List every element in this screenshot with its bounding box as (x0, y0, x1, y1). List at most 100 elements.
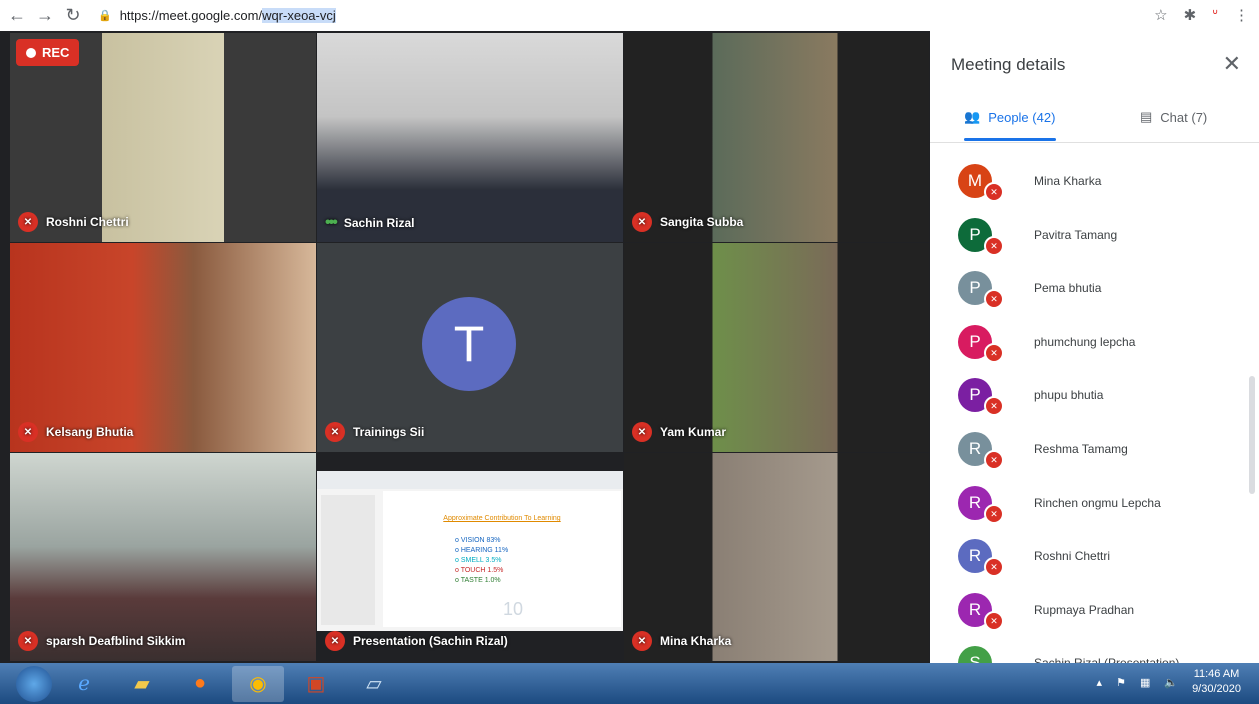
slide-list-item: o HEARING 11% (455, 547, 509, 554)
person-avatar: R ✕ (958, 432, 1004, 470)
mic-off-icon: ✕ (984, 503, 1004, 524)
person-row[interactable]: R ✕ Rinchen ongmu Lepcha (958, 483, 1161, 524)
person-row[interactable]: R ✕ Reshma Tamamg (958, 429, 1128, 470)
video-tile[interactable]: ✕ sparsh Deafblind Sikkim (10, 453, 316, 661)
file-explorer-icon[interactable]: ▰ (116, 666, 168, 702)
video-tile[interactable]: ✕ Kelsang Bhutia (10, 243, 316, 452)
participant-name: Trainings Sii (353, 425, 425, 439)
clock[interactable]: 11:46 AM 9/30/2020 (1192, 667, 1241, 697)
app-icon[interactable]: ▱ (348, 666, 400, 702)
panel-title: Meeting details (951, 55, 1066, 74)
participant-name-tag: ••• Sachin Rizal (325, 214, 415, 232)
person-name: Reshma Tamamg (1034, 442, 1128, 456)
video-tile[interactable]: ••• Sachin Rizal (317, 33, 623, 242)
forward-arrow-icon[interactable]: → (34, 5, 56, 26)
extension-logo-icon[interactable]: ᐡ (1212, 6, 1218, 24)
people-list: M ✕ Mina Kharka P ✕ Pavitra Tamang P ✕ Pema bhut… (930, 151, 1259, 663)
participant-avatar: T (422, 297, 516, 391)
close-icon[interactable]: ✕ (1223, 51, 1241, 77)
participant-name: Mina Kharka (660, 634, 732, 648)
mic-off-icon: ✕ (984, 342, 1004, 363)
person-row[interactable]: P ✕ phumchung lepcha (958, 322, 1135, 363)
mic-off-icon: ✕ (325, 631, 345, 651)
flag-icon[interactable]: ⚑ (1116, 676, 1126, 689)
person-row[interactable]: R ✕ Roshni Chettri (958, 536, 1111, 578)
person-name: Sachin Rizal (Presentation) (1034, 656, 1179, 663)
people-icon: 👥 (964, 109, 981, 124)
mic-off-icon: ✕ (984, 289, 1004, 310)
address-bar[interactable]: 🔒 https://meet.google.com/wqr-xeoa-vcj (98, 8, 336, 23)
person-name: phupu bhutia (1034, 388, 1104, 403)
person-name: Mina Kharka (1034, 174, 1102, 188)
lock-icon: 🔒 (98, 10, 112, 22)
tray-arrow-icon[interactable]: ▴ (1097, 676, 1103, 689)
mic-off-icon: ✕ (18, 212, 38, 232)
mic-off-icon: ✕ (984, 557, 1004, 578)
video-tile[interactable]: ✕ Mina Kharka (624, 453, 929, 661)
meeting-details-panel: Meeting details ✕ 👥 People (42) ▤ Chat (7)… (930, 31, 1259, 663)
mic-off-icon: ✕ (632, 212, 652, 232)
slide-list-item: o VISION 83% (455, 537, 501, 544)
video-tile[interactable]: Approximate Contribution To Learning o V… (317, 453, 623, 661)
person-avatar: S✕ (958, 646, 992, 663)
reload-icon[interactable]: ↻ (62, 5, 84, 26)
tab-people[interactable]: 👥 People (42) (964, 109, 1055, 125)
person-row[interactable]: P ✕ phupu bhutia (958, 375, 1104, 417)
person-name: Pavitra Tamang (1034, 227, 1118, 242)
person-name: Rupmaya Pradhan (1034, 602, 1135, 617)
participant-name: Kelsang Bhutia (46, 425, 134, 439)
ie-icon[interactable]: ℯ (58, 666, 110, 702)
volume-icon[interactable]: 🔈 (1164, 676, 1178, 689)
participant-name-tag: ✕ Mina Kharka (632, 631, 731, 651)
star-icon[interactable]: ☆ (1154, 6, 1167, 24)
participant-name: Sangita Subba (660, 215, 744, 229)
participant-name-tag: ✕ Yam Kumar (632, 422, 726, 442)
slide-canvas: Approximate Contribution To Learning o V… (383, 491, 621, 627)
participant-name: Presentation (Sachin Rizal) (353, 634, 508, 648)
participant-name-tag: ✕ sparsh Deafblind Sikkim (18, 631, 185, 651)
video-tile[interactable]: T ✕ Trainings Sii (317, 243, 623, 452)
participant-name-tag: ✕ Trainings Sii (325, 422, 424, 442)
person-name: Roshni Chettri (1034, 549, 1111, 564)
tab-chat[interactable]: ▤ Chat (7) (1140, 109, 1207, 125)
person-avatar: R ✕ (958, 485, 1004, 524)
tab-people-label: People (42) (988, 109, 1056, 125)
menu-icon[interactable]: ⋮ (1234, 6, 1249, 24)
scrollbar[interactable] (1249, 376, 1255, 494)
person-avatar: P ✕ (958, 217, 1004, 256)
clock-date: 9/30/2020 (1192, 683, 1241, 695)
person-name: Rinchen ongmu Lepcha (1034, 495, 1161, 510)
rec-label: REC (42, 45, 70, 60)
mic-off-icon: ✕ (632, 631, 652, 651)
slide-thumbnails (321, 495, 375, 625)
speaking-indicator-icon: ••• (325, 214, 338, 231)
chrome-icon[interactable]: ◉ (232, 665, 284, 702)
slide-list-item: o SMELL 3.5% (455, 557, 502, 564)
mic-off-icon: ✕ (984, 182, 1004, 202)
network-icon[interactable]: ▦ (1140, 676, 1150, 689)
video-tile[interactable]: ✕ Sangita Subba (624, 33, 929, 242)
powerpoint-icon[interactable]: ▣ (290, 666, 342, 702)
person-row[interactable]: P ✕ Pavitra Tamang (958, 215, 1118, 256)
recording-badge: REC (16, 39, 80, 66)
url-prefix: https://meet.google.com/ (119, 8, 263, 23)
extensions-icon[interactable]: ✱ (1184, 6, 1197, 24)
mic-off-icon: ✕ (984, 450, 1004, 470)
active-tab-indicator (964, 138, 1056, 141)
person-avatar: P ✕ (958, 378, 1004, 417)
clock-time: 11:46 AM (1193, 668, 1240, 680)
participant-name-tag: ✕ Kelsang Bhutia (18, 422, 133, 442)
person-row[interactable]: M ✕ Mina Kharka (958, 161, 1102, 202)
back-arrow-icon[interactable]: ← (6, 5, 28, 26)
person-row[interactable]: S✕ Sachin Rizal (Presentation) (958, 643, 1179, 663)
url-selected: wqr-xeoa-vcj (262, 8, 336, 23)
person-avatar: P ✕ (958, 324, 1004, 363)
slide-title: Approximate Contribution To Learning (443, 515, 561, 522)
firefox-icon[interactable]: ● (174, 666, 226, 702)
video-tile[interactable]: ✕ Yam Kumar (624, 243, 929, 452)
person-row[interactable]: P ✕ Pema bhutia (958, 268, 1101, 310)
participant-name: Roshni Chettri (46, 215, 129, 229)
mic-off-icon: ✕ (984, 610, 1004, 631)
start-button[interactable] (16, 665, 52, 702)
person-row[interactable]: R ✕ Rupmaya Pradhan (958, 590, 1135, 631)
